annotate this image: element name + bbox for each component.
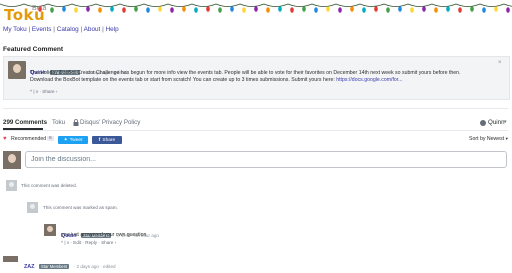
- light-bulb: [506, 7, 510, 13]
- light-bulb: [494, 6, 498, 12]
- divider: [3, 108, 508, 109]
- nav-help[interactable]: Help: [106, 26, 119, 33]
- sort-dropdown[interactable]: Sort by Newest ▾: [469, 136, 508, 142]
- tab-community[interactable]: Toku: [52, 119, 65, 126]
- light-bulb: [446, 6, 450, 12]
- light-bulb: [290, 7, 294, 13]
- light-bulb: [62, 6, 66, 12]
- comment-author[interactable]: ZAZ: [24, 264, 34, 270]
- light-bulb: [242, 7, 246, 13]
- chevron-down-icon: ▾: [505, 136, 508, 141]
- nav-separator: |: [53, 26, 55, 33]
- light-bulb: [74, 7, 78, 13]
- share-label: Share: [102, 137, 116, 143]
- nav-events[interactable]: Events: [32, 26, 52, 33]
- avatar[interactable]: [3, 151, 21, 169]
- light-bulb: [458, 7, 462, 13]
- recommend-button[interactable]: Recommended: [11, 136, 46, 142]
- member-badge: Star Members: [38, 264, 70, 269]
- main-nav: My Toku | Events | Catalog | About | Hel…: [3, 26, 119, 33]
- user-avatar[interactable]: [480, 120, 486, 126]
- avatar[interactable]: [3, 256, 18, 262]
- light-bulb: [362, 7, 366, 13]
- spam-comment-text: This comment was marked as spam.: [43, 205, 118, 210]
- light-bulb: [182, 6, 186, 12]
- facebook-share-button[interactable]: f Share: [92, 136, 122, 144]
- light-bulb: [410, 7, 414, 13]
- nav-about[interactable]: About: [84, 26, 101, 33]
- nav-separator: |: [80, 26, 83, 33]
- light-bulb: [302, 6, 306, 12]
- comment-input[interactable]: [25, 151, 507, 168]
- comment-actions[interactable]: ^ | v · Share ›: [30, 89, 57, 94]
- light-bulb: [434, 7, 438, 13]
- light-bulb: [314, 7, 318, 13]
- lights-wire: [0, 3, 512, 7]
- light-bulb: [350, 6, 354, 12]
- light-bulb: [110, 6, 114, 12]
- beta-label: Beta: [32, 5, 47, 12]
- light-bulb: [86, 6, 90, 12]
- divider: [3, 130, 508, 131]
- featured-comment-heading: Featured Comment: [3, 46, 64, 53]
- light-bulb: [122, 7, 126, 13]
- nav-separator: |: [102, 26, 104, 33]
- light-bulb: [266, 7, 270, 13]
- light-bulb: [230, 6, 234, 12]
- deleted-comment-text: This comment was deleted.: [21, 183, 77, 188]
- sort-label: Sort by Newest: [469, 136, 505, 142]
- comment-meta: · 2 days ago · edited: [73, 264, 116, 269]
- close-icon[interactable]: ×: [498, 60, 502, 66]
- light-bulb: [374, 6, 378, 12]
- privacy-policy-link[interactable]: Disqus' Privacy Policy: [80, 119, 140, 126]
- light-bulb: [134, 6, 138, 12]
- comment-line: The Holiday BoxBot Creator Challenge has…: [30, 70, 461, 76]
- facebook-icon: f: [98, 137, 101, 143]
- light-bulb: [470, 6, 474, 12]
- featured-comment-card: Quinn Star Members · 2 days ago · edited…: [3, 56, 510, 100]
- light-bulb: [170, 7, 174, 13]
- tab-comments[interactable]: 299 Comments: [3, 119, 47, 126]
- twitter-icon: ✦: [63, 137, 68, 143]
- comment-line: Download the BoxBot template on the even…: [30, 77, 335, 84]
- tweet-label: Tweet: [69, 137, 83, 143]
- christmas-lights-decoration: [0, 3, 512, 13]
- light-bulb: [482, 7, 486, 13]
- nav-my-toku[interactable]: My Toku: [3, 26, 27, 33]
- next-comment-header: ZAZ Star Members · 2 days ago · edited: [24, 255, 116, 273]
- submission-link[interactable]: https://docs.google.com/for...: [336, 77, 402, 83]
- light-bulb: [254, 6, 258, 12]
- chevron-down-icon[interactable]: ▾: [504, 119, 507, 125]
- nav-catalog[interactable]: Catalog: [57, 26, 79, 33]
- light-bulb: [98, 7, 102, 13]
- avatar[interactable]: [44, 224, 56, 236]
- light-bulb: [146, 7, 150, 13]
- light-bulb: [338, 7, 342, 13]
- light-bulb: [422, 6, 426, 12]
- light-bulb: [326, 6, 330, 12]
- placeholder-avatar: [27, 202, 38, 213]
- placeholder-avatar: [6, 180, 17, 191]
- reply-actions[interactable]: ^ | v · Edit · Reply · Share ›: [61, 240, 116, 245]
- reply-text: you just answered your own question: [61, 232, 147, 238]
- light-bulb: [50, 7, 54, 13]
- recommend-count: 6: [47, 136, 54, 141]
- tweet-button[interactable]: ✦ Tweet: [58, 136, 88, 144]
- light-bulb: [206, 6, 210, 12]
- avatar[interactable]: [8, 61, 26, 79]
- user-menu[interactable]: Quinn: [488, 119, 505, 126]
- nav-separator: |: [28, 26, 31, 33]
- heart-icon[interactable]: ♥: [3, 136, 7, 142]
- light-bulb: [278, 6, 282, 12]
- light-bulb: [158, 6, 162, 12]
- light-bulb: [194, 7, 198, 13]
- light-bulb: [398, 6, 402, 12]
- light-bulb: [218, 7, 222, 13]
- featured-comment-body: The Holiday BoxBot Creator Challenge has…: [30, 70, 500, 85]
- lock-icon: [73, 119, 79, 128]
- light-bulb: [386, 7, 390, 13]
